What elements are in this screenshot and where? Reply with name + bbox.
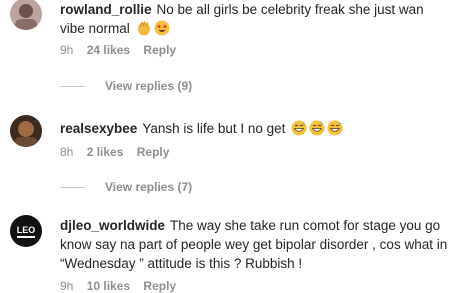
comment-text: Yansh is life but I no get: [142, 121, 286, 136]
grinning-sweat-icon: [309, 120, 325, 141]
grinning-sweat-icon: [327, 120, 343, 141]
likes-count[interactable]: 10 likes: [87, 279, 130, 293]
timestamp: 9h: [60, 279, 74, 293]
comment-body: djleo_worldwide The way she take run como…: [60, 216, 449, 273]
timestamp: 8h: [60, 145, 74, 159]
comment-body: realsexybee Yansh is life but I no get: [60, 119, 449, 141]
star-struck-icon: [154, 20, 170, 41]
avatar[interactable]: LEO: [10, 215, 42, 247]
comment-body: rowland_rollie No be all girls be celebri…: [60, 0, 449, 41]
view-replies-button[interactable]: View replies (9): [60, 79, 192, 93]
username[interactable]: realsexybee: [60, 121, 137, 136]
grinning-sweat-icon: [291, 120, 307, 141]
likes-count[interactable]: 24 likes: [87, 43, 130, 57]
view-replies-button[interactable]: View replies (7): [60, 180, 192, 194]
view-replies-label: View replies (9): [105, 79, 193, 93]
reply-button[interactable]: Reply: [137, 145, 170, 159]
timestamp: 9h: [60, 43, 74, 57]
avatar[interactable]: [10, 115, 42, 147]
avatar-logo-text: LEO: [17, 225, 36, 235]
reply-divider: [60, 186, 85, 188]
clapping-hands-icon: [136, 20, 152, 41]
reply-button[interactable]: Reply: [143, 43, 176, 57]
reply-button[interactable]: Reply: [143, 279, 176, 293]
avatar[interactable]: [10, 0, 42, 30]
view-replies-label: View replies (7): [105, 180, 193, 194]
reply-divider: [60, 85, 85, 87]
comment-meta: 8h 2 likes Reply: [60, 145, 179, 159]
comment-meta: 9h 10 likes Reply: [60, 279, 186, 293]
username[interactable]: rowland_rollie: [60, 2, 152, 17]
username[interactable]: djleo_worldwide: [60, 218, 165, 233]
likes-count[interactable]: 2 likes: [87, 145, 124, 159]
comment-meta: 9h 24 likes Reply: [60, 43, 186, 57]
